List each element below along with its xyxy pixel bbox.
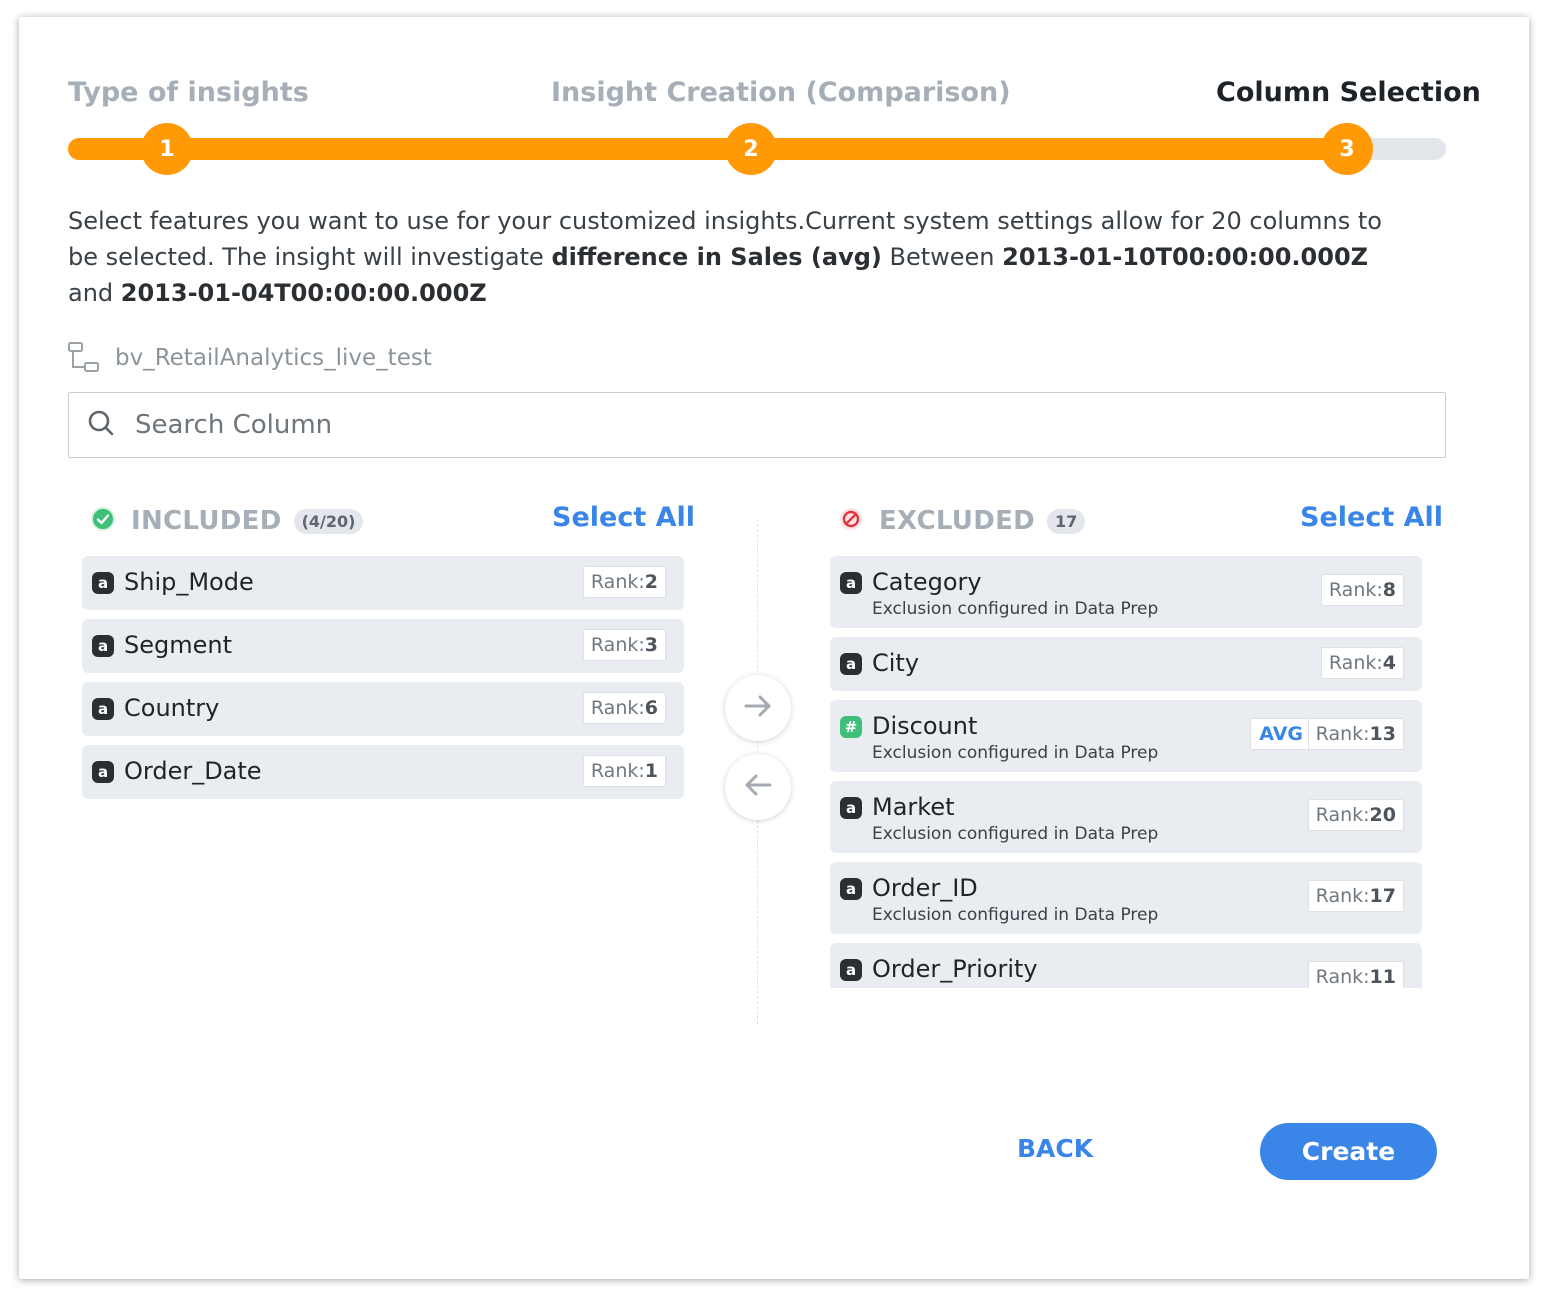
text-type-icon: a xyxy=(840,959,862,981)
excluded-count-badge: 17 xyxy=(1047,508,1086,534)
step-circle-1[interactable]: 1 xyxy=(141,123,193,175)
included-header: INCLUDED (4/20) xyxy=(91,501,364,541)
included-column-list: a Ship_Mode Rank:2 a Segment Rank:3 a Co… xyxy=(82,556,684,808)
text-type-icon: a xyxy=(92,635,114,657)
step-title-insight-creation: Insight Creation (Comparison) xyxy=(551,77,1011,108)
search-icon xyxy=(87,409,115,441)
back-button[interactable]: BACK xyxy=(1017,1134,1093,1163)
included-count-badge: (4/20) xyxy=(293,508,364,534)
text-type-icon: a xyxy=(92,761,114,783)
move-right-button[interactable] xyxy=(725,675,791,741)
text-type-icon: a xyxy=(840,878,862,900)
arrow-left-icon xyxy=(742,769,774,805)
text-type-icon: a xyxy=(92,572,114,594)
included-item-segment[interactable]: a Segment Rank:3 xyxy=(82,619,684,673)
search-input[interactable] xyxy=(135,410,1335,440)
rank-badge: Rank:1 xyxy=(582,755,666,787)
rank-badge: Rank:3 xyxy=(582,629,666,661)
number-type-icon: # xyxy=(840,716,862,738)
text-type-icon: a xyxy=(840,572,862,594)
text-type-icon: a xyxy=(840,797,862,819)
dataset-name: bv_RetailAnalytics_live_test xyxy=(115,345,432,371)
included-item-ship-mode[interactable]: a Ship_Mode Rank:2 xyxy=(82,556,684,610)
rank-badge: Rank:20 xyxy=(1307,799,1404,831)
date-from: 2013-01-10T00:00:00.000Z xyxy=(1002,243,1369,271)
aggregation-tag[interactable]: AVG xyxy=(1250,718,1312,750)
step-title-type-of-insights: Type of insights xyxy=(68,77,309,108)
excluded-item-discount[interactable]: # Discount Exclusion configured in Data … xyxy=(830,700,1422,772)
excluded-header: EXCLUDED 17 xyxy=(839,501,1086,541)
included-select-all-button[interactable]: Select All xyxy=(552,502,695,533)
rank-badge: Rank:13 xyxy=(1307,718,1404,750)
included-check-icon xyxy=(91,507,115,535)
step-circle-3[interactable]: 3 xyxy=(1321,123,1373,175)
rank-badge: Rank:11 xyxy=(1307,961,1404,988)
rank-badge: Rank:4 xyxy=(1320,647,1404,679)
rank-badge: Rank:2 xyxy=(582,566,666,598)
excluded-item-category[interactable]: a Category Exclusion configured in Data … xyxy=(830,556,1422,628)
move-left-button[interactable] xyxy=(725,754,791,820)
excluded-item-city[interactable]: a City Rank:4 xyxy=(830,637,1422,691)
dataset-icon xyxy=(67,341,101,375)
excluded-column-list[interactable]: a Category Exclusion configured in Data … xyxy=(830,556,1422,988)
dataset-label: bv_RetailAnalytics_live_test xyxy=(67,341,432,375)
create-button[interactable]: Create xyxy=(1260,1123,1437,1180)
arrow-right-icon xyxy=(742,690,774,726)
excluded-item-order-id[interactable]: a Order_ID Exclusion configured in Data … xyxy=(830,862,1422,934)
metric-name: difference in Sales (avg) xyxy=(551,243,882,271)
excluded-item-market[interactable]: a Market Exclusion configured in Data Pr… xyxy=(830,781,1422,853)
rank-badge: Rank:17 xyxy=(1307,880,1404,912)
step-circle-2[interactable]: 2 xyxy=(725,123,777,175)
date-to: 2013-01-04T00:00:00.000Z xyxy=(120,279,487,307)
description-text: Select features you want to use for your… xyxy=(68,207,1382,307)
included-item-order-date[interactable]: a Order_Date Rank:1 xyxy=(82,745,684,799)
excluded-block-icon xyxy=(839,507,863,535)
stepper-progress-fill xyxy=(68,138,1348,160)
included-title: INCLUDED xyxy=(131,506,282,536)
step-title-column-selection: Column Selection xyxy=(1216,77,1481,108)
excluded-title: EXCLUDED xyxy=(879,506,1036,536)
included-item-country[interactable]: a Country Rank:6 xyxy=(82,682,684,736)
rank-badge: Rank:8 xyxy=(1320,574,1404,606)
text-type-icon: a xyxy=(92,698,114,720)
search-box[interactable] xyxy=(68,392,1446,458)
text-type-icon: a xyxy=(840,653,862,675)
excluded-select-all-button[interactable]: Select All xyxy=(1300,502,1443,533)
column-selection-dialog: Type of insights Insight Creation (Compa… xyxy=(19,17,1529,1279)
rank-badge: Rank:6 xyxy=(582,692,666,724)
excluded-item-order-priority[interactable]: a Order_Priority Rank:11 xyxy=(830,943,1422,988)
